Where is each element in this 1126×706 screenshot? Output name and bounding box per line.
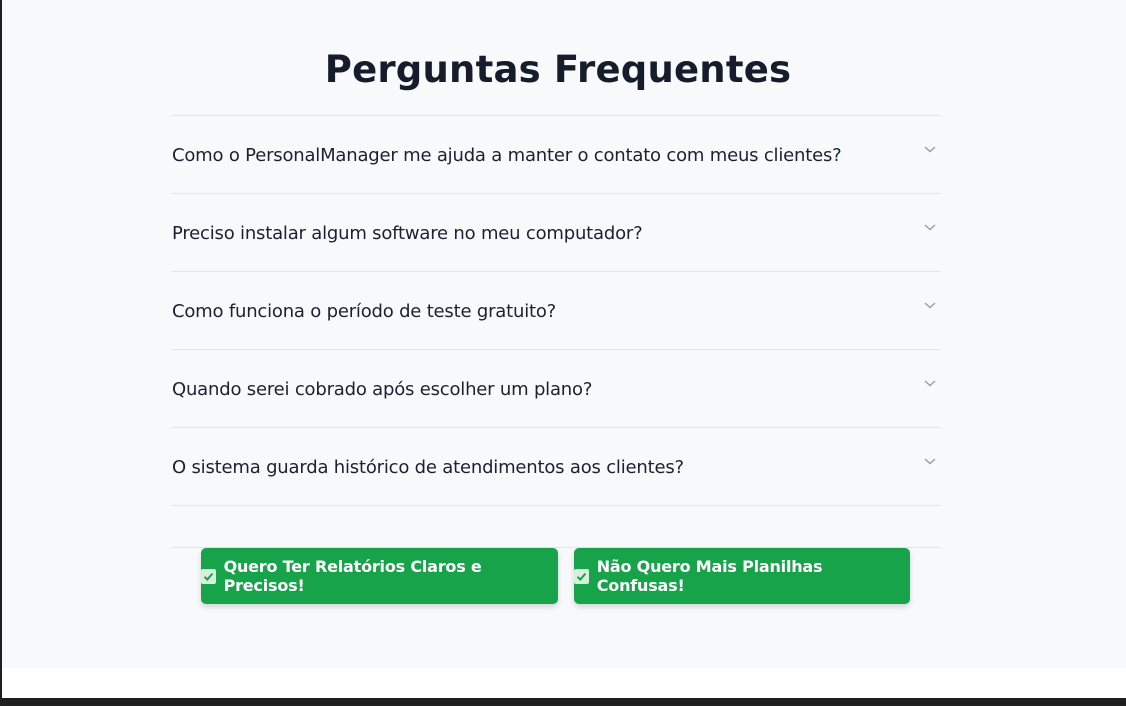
chevron-down-icon (924, 146, 936, 153)
check-box-icon (574, 568, 589, 584)
chevron-down-icon (924, 302, 936, 309)
page-title: Perguntas Frequentes (324, 48, 792, 91)
faq-item-trial[interactable]: Como funciona o período de teste gratuit… (172, 272, 940, 350)
faq-question: O sistema guarda histórico de atendiment… (172, 457, 684, 478)
faq-divider (172, 506, 940, 548)
cta-row: Quero Ter Relatórios Claros e Precisos! … (2, 548, 1126, 604)
spreadsheets-cta-label: Não Quero Mais Planilhas Confusas! (596, 557, 823, 595)
faq-question: Como funciona o período de teste gratuit… (172, 301, 557, 322)
reports-cta-button[interactable]: Quero Ter Relatórios Claros e Precisos! (201, 548, 558, 604)
chevron-down-icon (924, 224, 936, 231)
faq-item-contact[interactable]: Como o PersonalManager me ajuda a manter… (172, 116, 940, 194)
faq-question: Quando serei cobrado após escolher um pl… (172, 379, 593, 400)
faq-list: Como o PersonalManager me ajuda a manter… (172, 115, 940, 548)
chevron-down-icon (924, 458, 936, 465)
faq-section: Perguntas Frequentes Como o PersonalMana… (2, 0, 1126, 668)
spreadsheets-cta-button[interactable]: Não Quero Mais Planilhas Confusas! (574, 548, 910, 604)
faq-question: Preciso instalar algum software no meu c… (172, 223, 643, 244)
chevron-down-icon (924, 380, 936, 387)
window-frame-bottom (0, 698, 1126, 706)
faq-question: Como o PersonalManager me ajuda a manter… (172, 145, 842, 166)
faq-item-install[interactable]: Preciso instalar algum software no meu c… (172, 194, 940, 272)
reports-cta-label: Quero Ter Relatórios Claros e Precisos! (223, 557, 482, 595)
faq-item-history[interactable]: O sistema guarda histórico de atendiment… (172, 428, 940, 506)
check-box-icon (201, 568, 216, 584)
faq-item-billing[interactable]: Quando serei cobrado após escolher um pl… (172, 350, 940, 428)
